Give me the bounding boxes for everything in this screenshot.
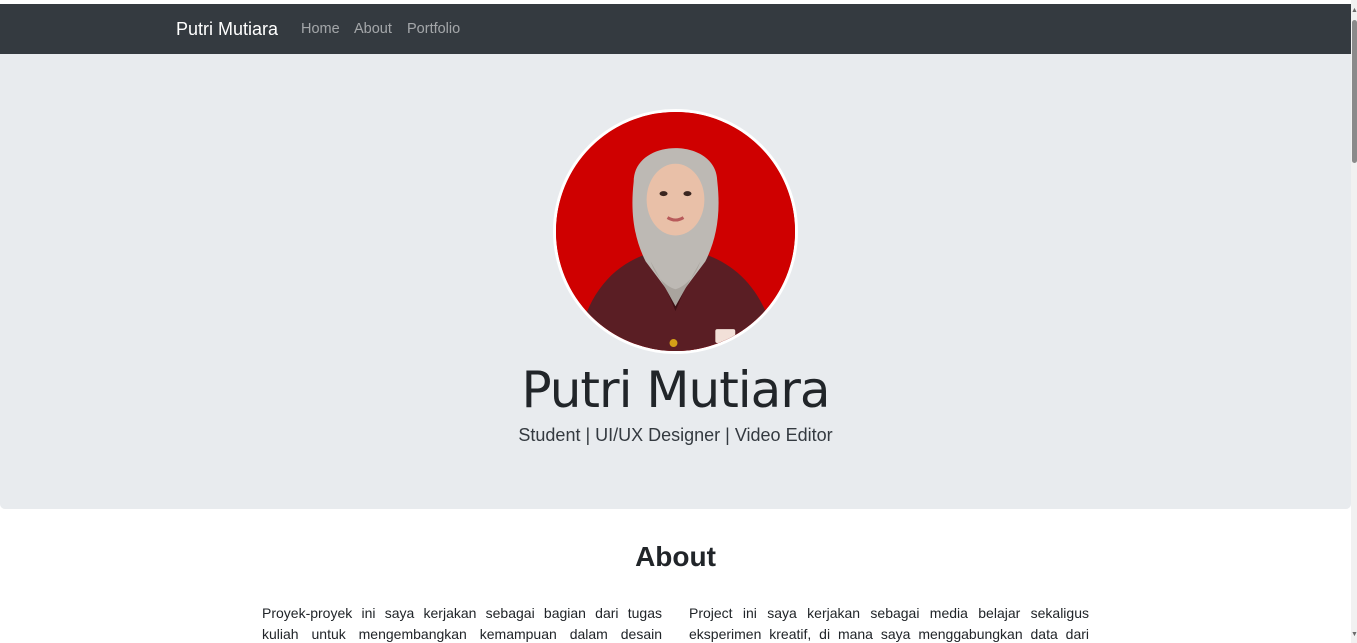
navbar-brand[interactable]: Putri Mutiara — [176, 18, 278, 40]
scroll-down-arrow-icon[interactable]: ▼ — [1351, 630, 1357, 640]
nav-link-home[interactable]: Home — [301, 20, 340, 38]
nav-link-portfolio[interactable]: Portfolio — [407, 20, 460, 38]
scroll-up-arrow-icon[interactable]: ▲ — [1351, 6, 1357, 16]
about-title: About — [635, 541, 716, 572]
about-text-left: Proyek-proyek ini saya kerjakan sebagai … — [262, 605, 662, 642]
about-text-right: Project ini saya kerjakan sebagai media … — [689, 605, 1089, 642]
hero-section: Putri Mutiara Student | UI/UX Designer |… — [0, 54, 1351, 509]
nav-link-about[interactable]: About — [354, 20, 392, 38]
navbar: Putri Mutiara Home About Portfolio — [0, 4, 1351, 54]
profile-avatar — [553, 109, 798, 354]
page: Putri Mutiara Home About Portfolio Putri… — [0, 0, 1357, 643]
vertical-scrollbar[interactable]: ▲ ▼ — [1351, 0, 1357, 643]
profile-photo-icon — [556, 112, 795, 351]
hero-name: Putri Mutiara — [521, 361, 830, 419]
scrollbar-thumb[interactable] — [1352, 20, 1357, 163]
hero-subtitle: Student | UI/UX Designer | Video Editor — [518, 425, 833, 445]
